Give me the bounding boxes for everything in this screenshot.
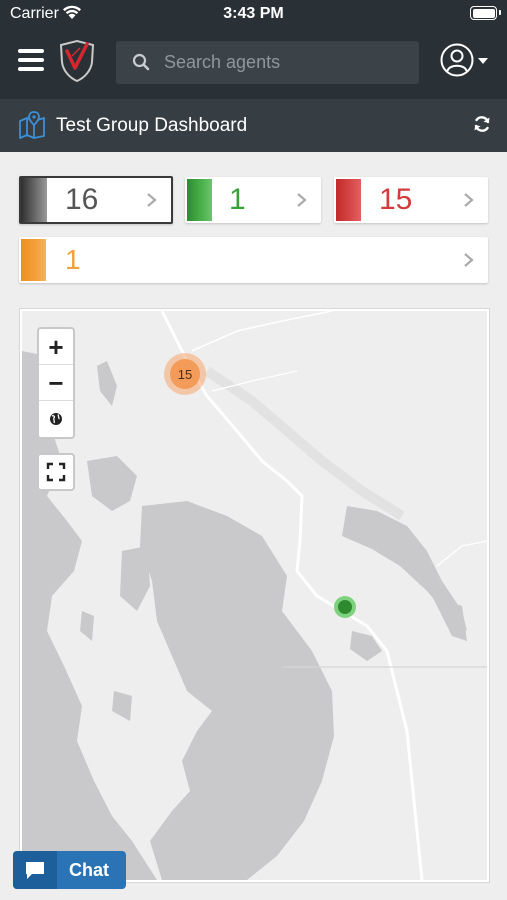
status-stripe (336, 179, 361, 221)
brand-logo[interactable] (58, 38, 96, 84)
chevron-right-icon (464, 193, 474, 207)
plus-icon: + (48, 331, 64, 362)
top-nav (0, 28, 507, 98)
clock: 3:43 PM (223, 5, 284, 22)
minus-icon: − (48, 367, 64, 398)
status-card-healthy[interactable]: 1 (185, 177, 321, 223)
status-count: 15 (379, 183, 413, 216)
status-card-warning[interactable]: 1 (19, 237, 488, 283)
status-card-critical[interactable]: 15 (334, 177, 488, 223)
status-stripe (21, 239, 46, 281)
caret-down-icon (478, 58, 488, 64)
user-avatar-icon (440, 43, 474, 81)
map-tiles (22, 311, 487, 880)
agent-map[interactable]: + − 15 (20, 309, 489, 882)
fullscreen-icon (46, 462, 66, 482)
chevron-right-icon (297, 193, 307, 207)
search-icon (132, 53, 150, 76)
user-menu-button[interactable] (440, 43, 492, 79)
status-card-all[interactable]: 16 (19, 176, 173, 224)
dashboard-header: Test Group Dashboard (0, 98, 507, 152)
zoom-out-button[interactable]: − (39, 365, 73, 401)
battery-icon (470, 6, 501, 20)
globe-button[interactable] (39, 401, 73, 437)
status-bar: Carrier 3:43 PM (0, 0, 507, 28)
refresh-icon[interactable] (473, 115, 491, 138)
search-box[interactable] (116, 41, 419, 84)
zoom-in-button[interactable]: + (39, 329, 73, 365)
chat-button[interactable]: Chat (13, 851, 126, 889)
chevron-right-icon (147, 193, 157, 207)
agent-cluster-marker[interactable]: 15 (164, 353, 206, 395)
chat-label: Chat (69, 860, 109, 880)
status-count: 1 (65, 244, 81, 275)
globe-icon (50, 413, 62, 425)
marker-dot (338, 600, 352, 614)
hamburger-icon[interactable] (18, 49, 44, 71)
status-stripe (21, 178, 47, 222)
cluster-count: 15 (170, 359, 200, 389)
fullscreen-button[interactable] (37, 453, 75, 491)
status-stripe (187, 179, 212, 221)
status-count: 1 (229, 183, 246, 216)
search-input[interactable] (164, 41, 404, 84)
agent-marker[interactable] (334, 596, 356, 618)
page-title: Test Group Dashboard (56, 115, 248, 136)
zoom-controls: + − (37, 327, 75, 439)
chat-bubble-icon (13, 851, 57, 889)
status-count: 16 (65, 183, 99, 216)
chevron-right-icon (464, 253, 474, 267)
map-icon (18, 111, 46, 144)
